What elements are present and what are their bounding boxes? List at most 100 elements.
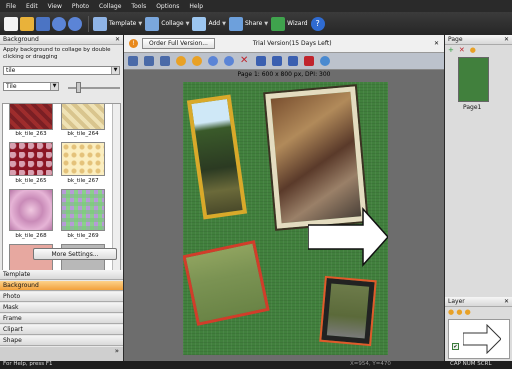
help-icon[interactable]: ? (310, 16, 325, 31)
crop-icon[interactable] (144, 56, 154, 66)
right-panel: Page ✕ + ✕ ● Page1 Layer ✕ ● ● ● ✔ (445, 35, 512, 361)
arrow-shape[interactable] (307, 207, 388, 267)
menu-file[interactable]: File (6, 3, 16, 10)
tile-label: bk_tile_267 (67, 178, 99, 184)
effects-icon[interactable] (320, 56, 330, 66)
fill-select[interactable]: Tile ▼ (3, 82, 59, 91)
menu-bar: File Edit View Photo Collage Tools Optio… (0, 0, 512, 12)
layer-arrow-thumbnail[interactable] (463, 324, 501, 354)
share-button[interactable]: Share ▼ (228, 16, 269, 32)
tile-label: bk_tile_265 (15, 178, 47, 184)
chevron-down-icon: ▼ (50, 83, 58, 90)
left-panel-header: Background ✕ (0, 35, 123, 45)
move-page-icon[interactable]: ● (470, 46, 476, 54)
page-panel-title: Page (448, 36, 463, 43)
chevron-down-icon: ▼ (264, 20, 269, 27)
align-icon[interactable] (256, 56, 266, 66)
order-full-version-button[interactable]: Order Full Version... (142, 38, 215, 49)
chevron-down-icon: ▼ (138, 20, 143, 27)
layer-list: ✔ (448, 319, 510, 359)
rotate-right-icon[interactable] (192, 56, 202, 66)
undo-icon[interactable] (52, 16, 66, 31)
menu-view[interactable]: View (48, 3, 62, 10)
close-icon[interactable]: ✕ (504, 298, 509, 305)
tile-thumbnail[interactable] (61, 104, 105, 130)
layer-visible-checkbox[interactable]: ✔ (452, 343, 459, 350)
category-background[interactable]: Background (0, 281, 123, 291)
menu-help[interactable]: Help (189, 3, 203, 10)
collage-button[interactable]: Collage ▼ (145, 16, 189, 32)
category-mask[interactable]: Mask (0, 303, 123, 313)
open-folder-icon[interactable] (20, 16, 34, 31)
menu-tools[interactable]: Tools (131, 3, 146, 10)
panel-splitter[interactable]: » (0, 347, 123, 361)
template-label: Template (109, 20, 137, 27)
page-panel-toolbar: + ✕ ● (445, 45, 512, 55)
toolbar-separator (88, 15, 89, 32)
tile-thumbnail[interactable] (9, 189, 53, 231)
category-photo[interactable]: Photo (0, 292, 123, 302)
status-indicators: CAP NUM SCRL (450, 361, 492, 367)
close-icon[interactable]: ✕ (504, 36, 509, 43)
fit-icon[interactable] (160, 56, 170, 66)
redo-icon[interactable] (224, 56, 234, 66)
remove-photo-icon[interactable] (304, 56, 314, 66)
tile-thumbnail[interactable] (61, 189, 105, 231)
undo-icon[interactable] (208, 56, 218, 66)
photo-frame-archery[interactable] (183, 240, 270, 326)
fill-value: Tile (6, 83, 17, 90)
page-thumbnail-label: Page1 (463, 104, 482, 111)
collage-icon (145, 16, 160, 31)
close-icon[interactable]: ✕ (115, 36, 120, 43)
distribute-icon[interactable] (272, 56, 282, 66)
category-frame[interactable]: Frame (0, 314, 123, 324)
category-shape[interactable]: Shape (0, 336, 123, 346)
layer-toolbar: ● ● ● (448, 308, 471, 316)
slider-thumb[interactable] (76, 82, 81, 93)
save-icon[interactable] (36, 16, 50, 31)
redo-icon[interactable] (68, 16, 82, 31)
new-file-icon[interactable] (4, 16, 18, 31)
photo-frame-forest[interactable] (186, 94, 248, 220)
template-button[interactable]: Template ▼ (93, 16, 142, 32)
select-icon[interactable] (128, 56, 138, 66)
instructions-text: Apply background to collage by double cl… (3, 47, 111, 60)
status-help: For Help, press F1 (3, 361, 53, 367)
mode-select[interactable]: tile ▼ (3, 66, 120, 75)
layer-order-icon[interactable] (288, 56, 298, 66)
close-icon[interactable]: ✕ (434, 40, 439, 47)
category-template[interactable]: Template (0, 270, 123, 280)
menu-options[interactable]: Options (156, 3, 179, 10)
canvas-toolbar: ✕ (124, 53, 444, 70)
delete-icon[interactable]: ✕ (240, 56, 250, 66)
menu-edit[interactable]: Edit (26, 3, 38, 10)
collage-canvas[interactable] (183, 82, 388, 355)
menu-collage[interactable]: Collage (99, 3, 121, 10)
tile-thumbnail[interactable] (9, 142, 53, 176)
rotate-left-icon[interactable] (176, 56, 186, 66)
add-icon (192, 16, 207, 31)
menu-photo[interactable]: Photo (72, 3, 89, 10)
add-button[interactable]: Add ▼ (192, 16, 226, 32)
left-panel: Background ✕ Apply background to collage … (0, 35, 123, 361)
layer-panel-title: Layer (448, 298, 465, 305)
wizard-icon (271, 16, 286, 31)
tile-thumbnail[interactable] (61, 142, 105, 176)
more-settings-button[interactable]: More Settings... (33, 248, 117, 260)
add-page-icon[interactable]: + (448, 46, 454, 54)
share-icon (228, 16, 243, 31)
chevron-down-icon: ▼ (111, 67, 119, 74)
page-info: Page 1: 600 x 800 px, DPI: 300 (237, 71, 331, 78)
category-clipart[interactable]: Clipart (0, 325, 123, 335)
mode-value: tile (6, 67, 16, 74)
delete-page-icon[interactable]: ✕ (459, 46, 465, 54)
photo-frame-yard[interactable] (319, 275, 377, 347)
tile-thumbnail[interactable] (9, 104, 53, 130)
main-toolbar: Template ▼ Collage ▼ Add ▼ Share ▼ Wizard ? (0, 12, 512, 35)
add-label: Add (208, 20, 221, 27)
trial-text: Trial Version(15 Days Left) (252, 40, 332, 47)
wizard-button[interactable]: Wizard (271, 16, 308, 32)
page-thumbnail[interactable] (458, 57, 489, 102)
status-bar: For Help, press F1 X=954, Y=470 CAP NUM … (0, 361, 512, 369)
tile-label: bk_tile_263 (15, 131, 47, 137)
